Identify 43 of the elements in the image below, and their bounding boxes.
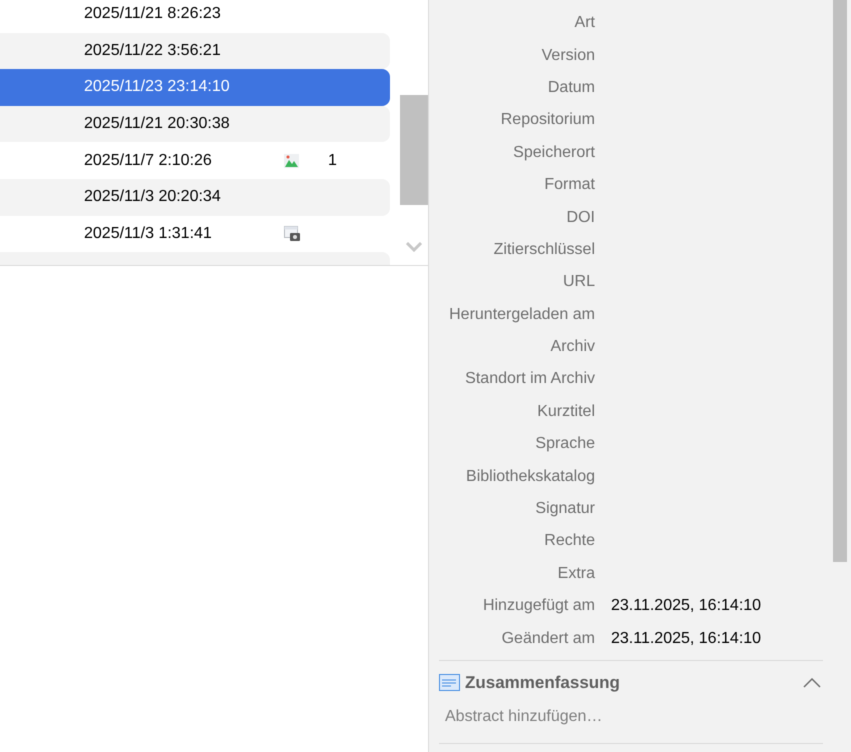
image-icon[interactable]: [284, 154, 299, 168]
attachment-count: 1: [328, 150, 337, 171]
chevron-up-icon[interactable]: [803, 678, 821, 688]
field-label: Extra: [556, 564, 595, 584]
field-label: URL: [562, 272, 595, 292]
scrollbar-thumb[interactable]: [400, 95, 428, 205]
abstract-icon: [439, 674, 460, 692]
section-title[interactable]: Zusammenfassung: [465, 670, 620, 696]
list-row[interactable]: 2025/11/3 20:20:34: [0, 178, 390, 216]
web-snapshot-icon[interactable]: [284, 226, 300, 242]
field-value[interactable]: 23.11.2025, 16:14:10: [611, 626, 762, 651]
date-text: 2025/11/22 3:56:21: [84, 40, 222, 61]
field-label: Version: [540, 46, 595, 66]
field-label: Kurztitel: [536, 402, 595, 422]
list-row[interactable]: 2025/11/21 20:30:38: [0, 106, 390, 142]
list-row[interactable]: 2025/11/22 3:56:21: [0, 32, 390, 70]
field-label: Speicherort: [512, 142, 595, 163]
field-label: Archiv: [550, 337, 595, 358]
field-label: Rechte: [543, 531, 595, 552]
date-text: 2025/11/21 8:26:23: [84, 4, 222, 24]
field-label: Bibliothekskatalog: [465, 466, 595, 487]
field-label: Standort im Archiv: [464, 369, 595, 390]
field-value[interactable]: 23.11.2025, 16:14:10: [611, 594, 762, 618]
field-label: Heruntergeladen am: [448, 304, 595, 325]
field-label: Art: [574, 13, 595, 34]
date-text: 2025/11/23 23:14:10: [84, 77, 231, 98]
abstract-field[interactable]: Abstract hinzufügen…: [445, 704, 817, 729]
field-label: Geändert am: [500, 628, 595, 649]
field-label: Datum: [546, 78, 595, 98]
list-row[interactable]: 2025/11/23 23:14:10: [0, 69, 390, 106]
date-text: 2025/11/3 20:20:34: [84, 187, 222, 208]
field-label: Hinzugefügt am: [482, 596, 595, 616]
field-label: Sprache: [534, 434, 595, 454]
field-label: Format: [543, 175, 595, 196]
chevron-down-icon[interactable]: [406, 242, 422, 252]
date-text: 2025/11/3 1:31:41: [84, 224, 213, 244]
date-text: 2025/11/21 20:30:38: [84, 114, 231, 134]
field-label: Zitierschlüssel: [492, 240, 595, 260]
scrollbar-thumb[interactable]: [833, 0, 847, 562]
field-label: DOI: [566, 208, 595, 228]
field-label: Repositorium: [500, 110, 595, 130]
field-label: Signatur: [534, 499, 595, 520]
date-text: 2025/11/7 2:10:26: [84, 150, 213, 171]
